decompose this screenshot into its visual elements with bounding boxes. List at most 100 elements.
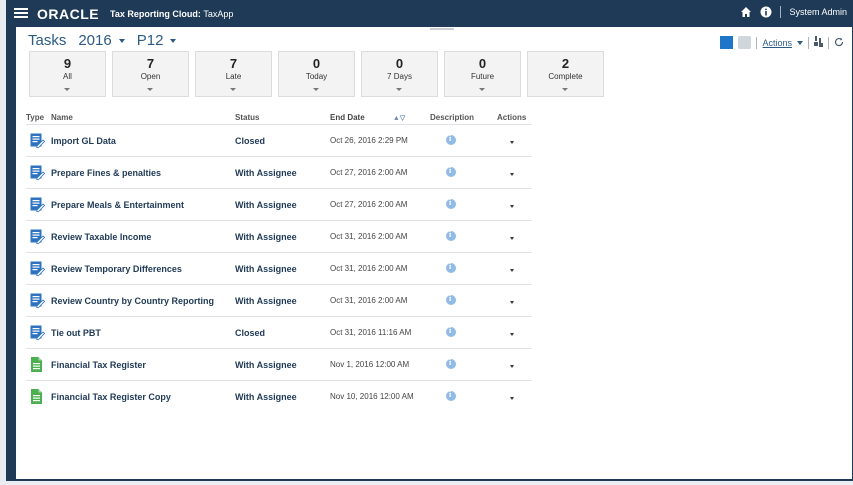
actions-menu[interactable]: Actions	[762, 38, 792, 48]
table-row[interactable]: Review Taxable Income With Assignee Oct 31…	[26, 220, 532, 253]
table-header-row: Type Name Status End Date ▲▽ Description…	[26, 110, 532, 125]
header-description[interactable]: Description	[430, 110, 497, 125]
cell-type	[26, 124, 51, 157]
header-actions[interactable]: Actions	[497, 110, 532, 125]
chevron-down-icon	[230, 88, 236, 91]
chevron-down-icon[interactable]	[510, 204, 514, 208]
chevron-down-icon	[147, 88, 153, 91]
tile-complete[interactable]: 2 Complete	[527, 51, 604, 97]
tile-count: 0	[395, 56, 404, 71]
document-icon	[26, 357, 51, 372]
tile-today[interactable]: 0 Today	[278, 51, 355, 97]
oracle-logo: ORACLE	[37, 6, 100, 22]
info-icon[interactable]	[446, 230, 456, 241]
table-row[interactable]: Review Country by Country Reporting With …	[26, 284, 532, 317]
cell-actions	[497, 380, 532, 412]
table-row[interactable]: Tie out PBT Closed Oct 31, 2016 11:16 AM	[26, 316, 532, 349]
refresh-icon[interactable]	[834, 37, 844, 49]
app-frame: ORACLE Tax Reporting Cloud: TaxApp Syste…	[6, 0, 853, 481]
chevron-down-icon[interactable]	[510, 300, 514, 304]
menu-icon[interactable]	[14, 6, 28, 20]
period-selector[interactable]: P12	[137, 32, 177, 49]
cell-description	[430, 380, 497, 412]
chevron-down-icon[interactable]	[510, 332, 514, 336]
info-icon[interactable]	[446, 390, 456, 401]
tile-late[interactable]: 7 Late	[195, 51, 272, 97]
divider	[756, 36, 758, 49]
tile-future[interactable]: 0 Future	[444, 51, 521, 97]
help-icon[interactable]	[760, 6, 772, 18]
panel-handle[interactable]	[430, 28, 454, 30]
cell-name[interactable]: Review Temporary Differences	[51, 252, 235, 285]
chevron-down-icon[interactable]	[510, 172, 514, 176]
cell-end-date: Oct 26, 2016 2:29 PM	[330, 124, 430, 157]
cell-type	[26, 220, 51, 253]
cell-actions	[497, 124, 532, 157]
cell-name[interactable]: Financial Tax Register Copy	[51, 380, 235, 412]
tile-7-days[interactable]: 0 7 Days	[361, 51, 438, 97]
cell-actions	[497, 188, 532, 221]
table-row[interactable]: Prepare Meals & Entertainment With Assign…	[26, 188, 532, 221]
cell-status: With Assignee	[235, 188, 330, 221]
year-selector[interactable]: 2016	[78, 32, 125, 49]
task-edit-icon	[26, 261, 51, 276]
top-bar-right: System Admin	[740, 6, 847, 18]
chevron-down-icon[interactable]	[510, 364, 514, 368]
tile-label: Today	[305, 72, 328, 81]
info-icon[interactable]	[446, 134, 456, 145]
cell-status: With Assignee	[235, 220, 330, 253]
header-status[interactable]: Status	[235, 110, 330, 125]
chevron-down-icon[interactable]	[510, 268, 514, 272]
table-row[interactable]: Import GL Data Closed Oct 26, 2016 2:29 PM	[26, 124, 532, 157]
tile-label: Future	[470, 72, 495, 81]
grid-view-icon[interactable]	[738, 36, 752, 49]
table-row[interactable]: Review Temporary Differences With Assigne…	[26, 252, 532, 285]
table-row[interactable]: Financial Tax Register With Assignee Nov 1…	[26, 348, 532, 381]
list-view-icon[interactable]	[720, 36, 734, 49]
info-icon[interactable]	[446, 166, 456, 177]
cell-type	[26, 252, 51, 285]
tile-all[interactable]: 9 All	[29, 51, 106, 97]
info-icon[interactable]	[446, 294, 456, 305]
info-icon[interactable]	[446, 262, 456, 273]
chevron-down-icon[interactable]	[510, 236, 514, 240]
task-edit-icon	[26, 229, 51, 244]
cell-description	[430, 348, 497, 381]
chevron-down-icon	[396, 88, 402, 91]
cell-name[interactable]: Review Taxable Income	[51, 220, 235, 253]
header-end-date[interactable]: End Date ▲▽	[330, 110, 430, 125]
sort-icon[interactable]: ▲▽	[393, 115, 405, 122]
cell-name[interactable]: Review Country by Country Reporting	[51, 284, 235, 317]
info-icon[interactable]	[446, 198, 456, 209]
chevron-down-icon[interactable]	[510, 396, 514, 400]
cell-actions	[497, 220, 532, 253]
chevron-down-icon	[118, 38, 125, 43]
tile-label: All	[63, 72, 72, 81]
cell-name[interactable]: Financial Tax Register	[51, 348, 235, 381]
tile-label: Complete	[548, 72, 583, 81]
task-edit-icon	[26, 197, 51, 212]
cell-type	[26, 284, 51, 317]
status-tiles: 9 All 7 Open 7 Late 0 Today 0 7 Days 0 F…	[29, 51, 604, 97]
divider	[828, 36, 829, 49]
cell-type	[26, 156, 51, 189]
home-icon[interactable]	[740, 6, 752, 18]
task-edit-icon	[26, 165, 51, 180]
task-edit-icon	[26, 133, 51, 148]
table-row[interactable]: Financial Tax Register Copy With Assignee…	[26, 380, 532, 412]
header-type[interactable]: Type	[26, 110, 51, 125]
cell-name[interactable]: Tie out PBT	[51, 316, 235, 349]
info-icon[interactable]	[446, 326, 456, 337]
cell-name[interactable]: Prepare Meals & Entertainment	[51, 188, 235, 221]
document-icon	[26, 389, 51, 404]
cell-name[interactable]: Import GL Data	[51, 124, 235, 157]
table-row[interactable]: Prepare Fines & penalties With Assignee Oc…	[26, 156, 532, 189]
filter-icon[interactable]	[814, 36, 823, 49]
tile-open[interactable]: 7 Open	[112, 51, 189, 97]
info-icon[interactable]	[446, 358, 456, 369]
user-menu[interactable]: System Admin	[789, 7, 847, 17]
header-name[interactable]: Name	[51, 110, 235, 125]
app-title: Tax Reporting Cloud: TaxApp	[110, 9, 233, 19]
chevron-down-icon[interactable]	[510, 140, 514, 144]
cell-name[interactable]: Prepare Fines & penalties	[51, 156, 235, 189]
